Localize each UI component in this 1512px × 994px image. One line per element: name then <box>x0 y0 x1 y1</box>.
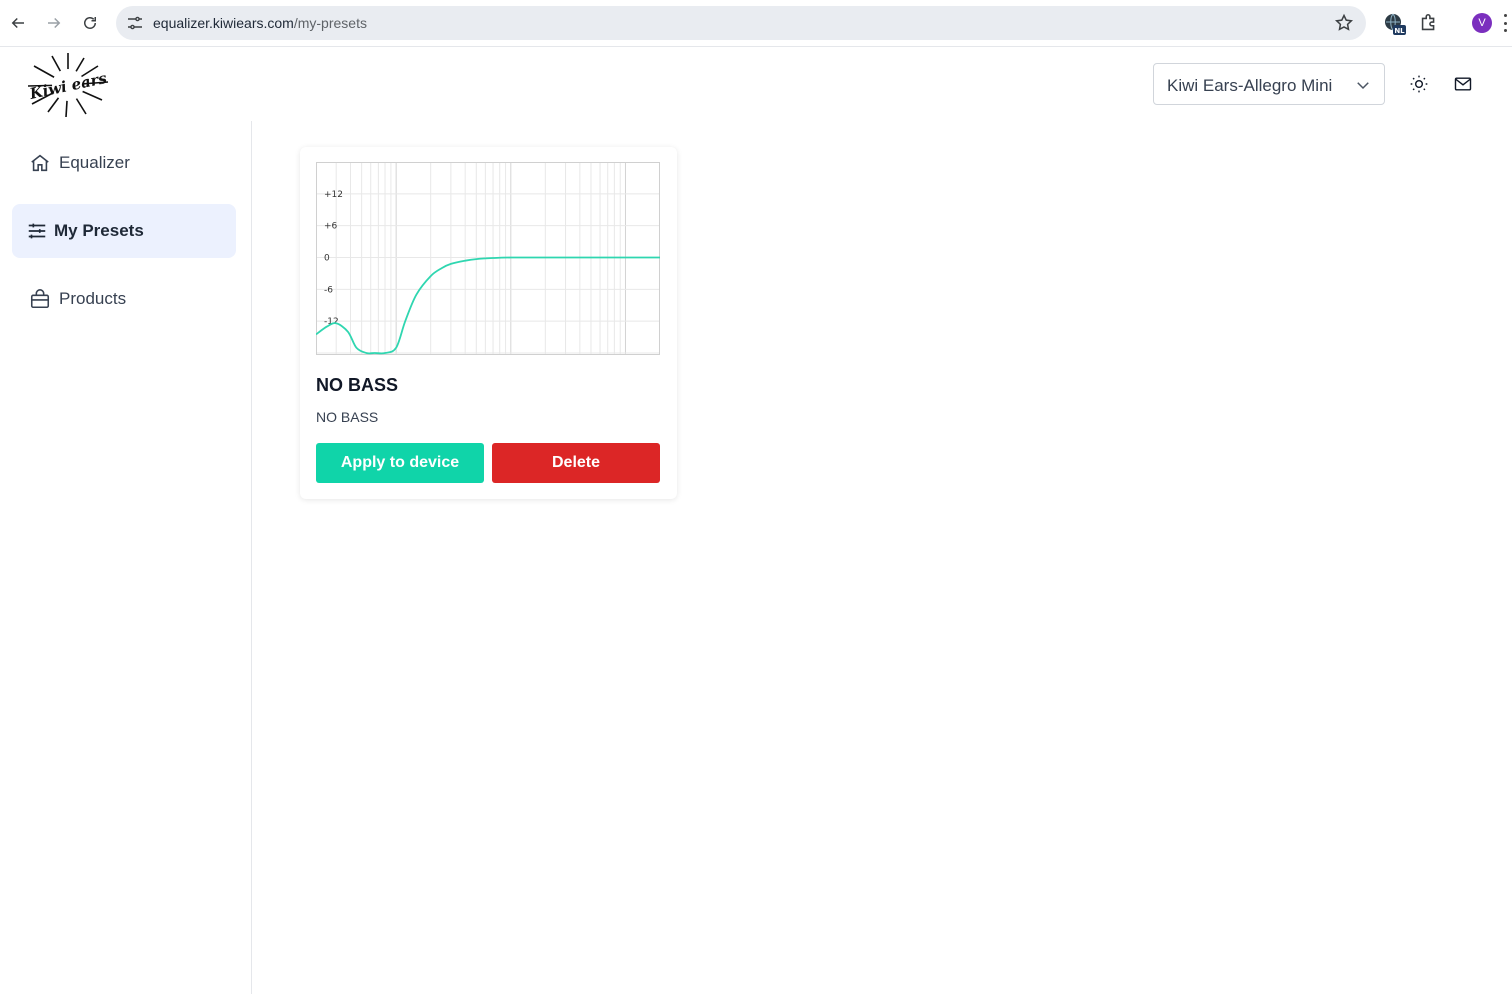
sidebar-item-label: Products <box>59 289 127 308</box>
preset-title: NO BASS <box>316 375 399 395</box>
chart-y-ticks: +12 +6 0 -6 -12 <box>324 190 343 327</box>
delete-button[interactable]: Delete <box>492 443 660 483</box>
sliders-icon <box>28 223 46 239</box>
home-icon <box>31 154 49 172</box>
extensions-puzzle-icon[interactable] <box>1418 12 1442 36</box>
url-text: equalizer.kiwiears.com/my-presets <box>153 15 367 31</box>
theme-sun-icon[interactable] <box>1409 74 1429 94</box>
apply-to-device-button[interactable]: Apply to device <box>316 443 484 483</box>
mail-icon[interactable] <box>1453 74 1473 94</box>
shopping-bag-icon <box>30 289 50 309</box>
y-tick-label: -12 <box>324 317 339 327</box>
reload-icon[interactable] <box>78 11 102 35</box>
device-select-value: Kiwi Ears-Allegro Mini <box>1167 76 1333 95</box>
chrome-menu-icon[interactable] <box>1503 14 1507 32</box>
sidebar: Equalizer My Presets Products <box>0 121 252 994</box>
sidebar-item-my-presets[interactable]: My Presets <box>12 204 236 258</box>
site-settings-icon[interactable] <box>124 12 146 34</box>
extension-globe-icon[interactable]: NL <box>1383 12 1407 36</box>
bookmark-star-icon[interactable] <box>1334 13 1354 33</box>
sidebar-item-products[interactable]: Products <box>12 272 236 326</box>
sidebar-item-label: My Presets <box>54 221 144 240</box>
app-header: Kiwi ears Kiwi Ears-Allegro Mini <box>0 47 1512 121</box>
y-tick-label: +12 <box>324 190 343 200</box>
preset-description: NO BASS <box>316 409 379 425</box>
eq-curve-line <box>316 256 660 355</box>
back-icon[interactable] <box>6 11 30 35</box>
chevron-down-icon <box>1357 82 1369 90</box>
browser-toolbar: equalizer.kiwiears.com/my-presets NL V <box>0 0 1512 47</box>
profile-avatar[interactable]: V <box>1472 13 1492 33</box>
extension-badge: NL <box>1394 27 1405 35</box>
eq-curve-chart: +12 +6 0 -6 -12 <box>316 162 660 355</box>
forward-icon[interactable] <box>42 11 66 35</box>
device-select[interactable]: Kiwi Ears-Allegro Mini <box>1153 63 1385 105</box>
sidebar-item-label: Equalizer <box>59 153 130 172</box>
y-tick-label: 0 <box>324 254 330 264</box>
sidebar-item-equalizer[interactable]: Equalizer <box>12 136 236 190</box>
y-tick-label: +6 <box>324 222 338 232</box>
y-tick-label: -6 <box>324 285 333 295</box>
kiwi-ears-logo[interactable]: Kiwi ears <box>26 52 110 118</box>
preset-card: +12 +6 0 -6 -12 NO BASS NO BASS Apply to dev… <box>300 147 677 499</box>
address-bar[interactable]: equalizer.kiwiears.com/my-presets <box>116 6 1366 40</box>
